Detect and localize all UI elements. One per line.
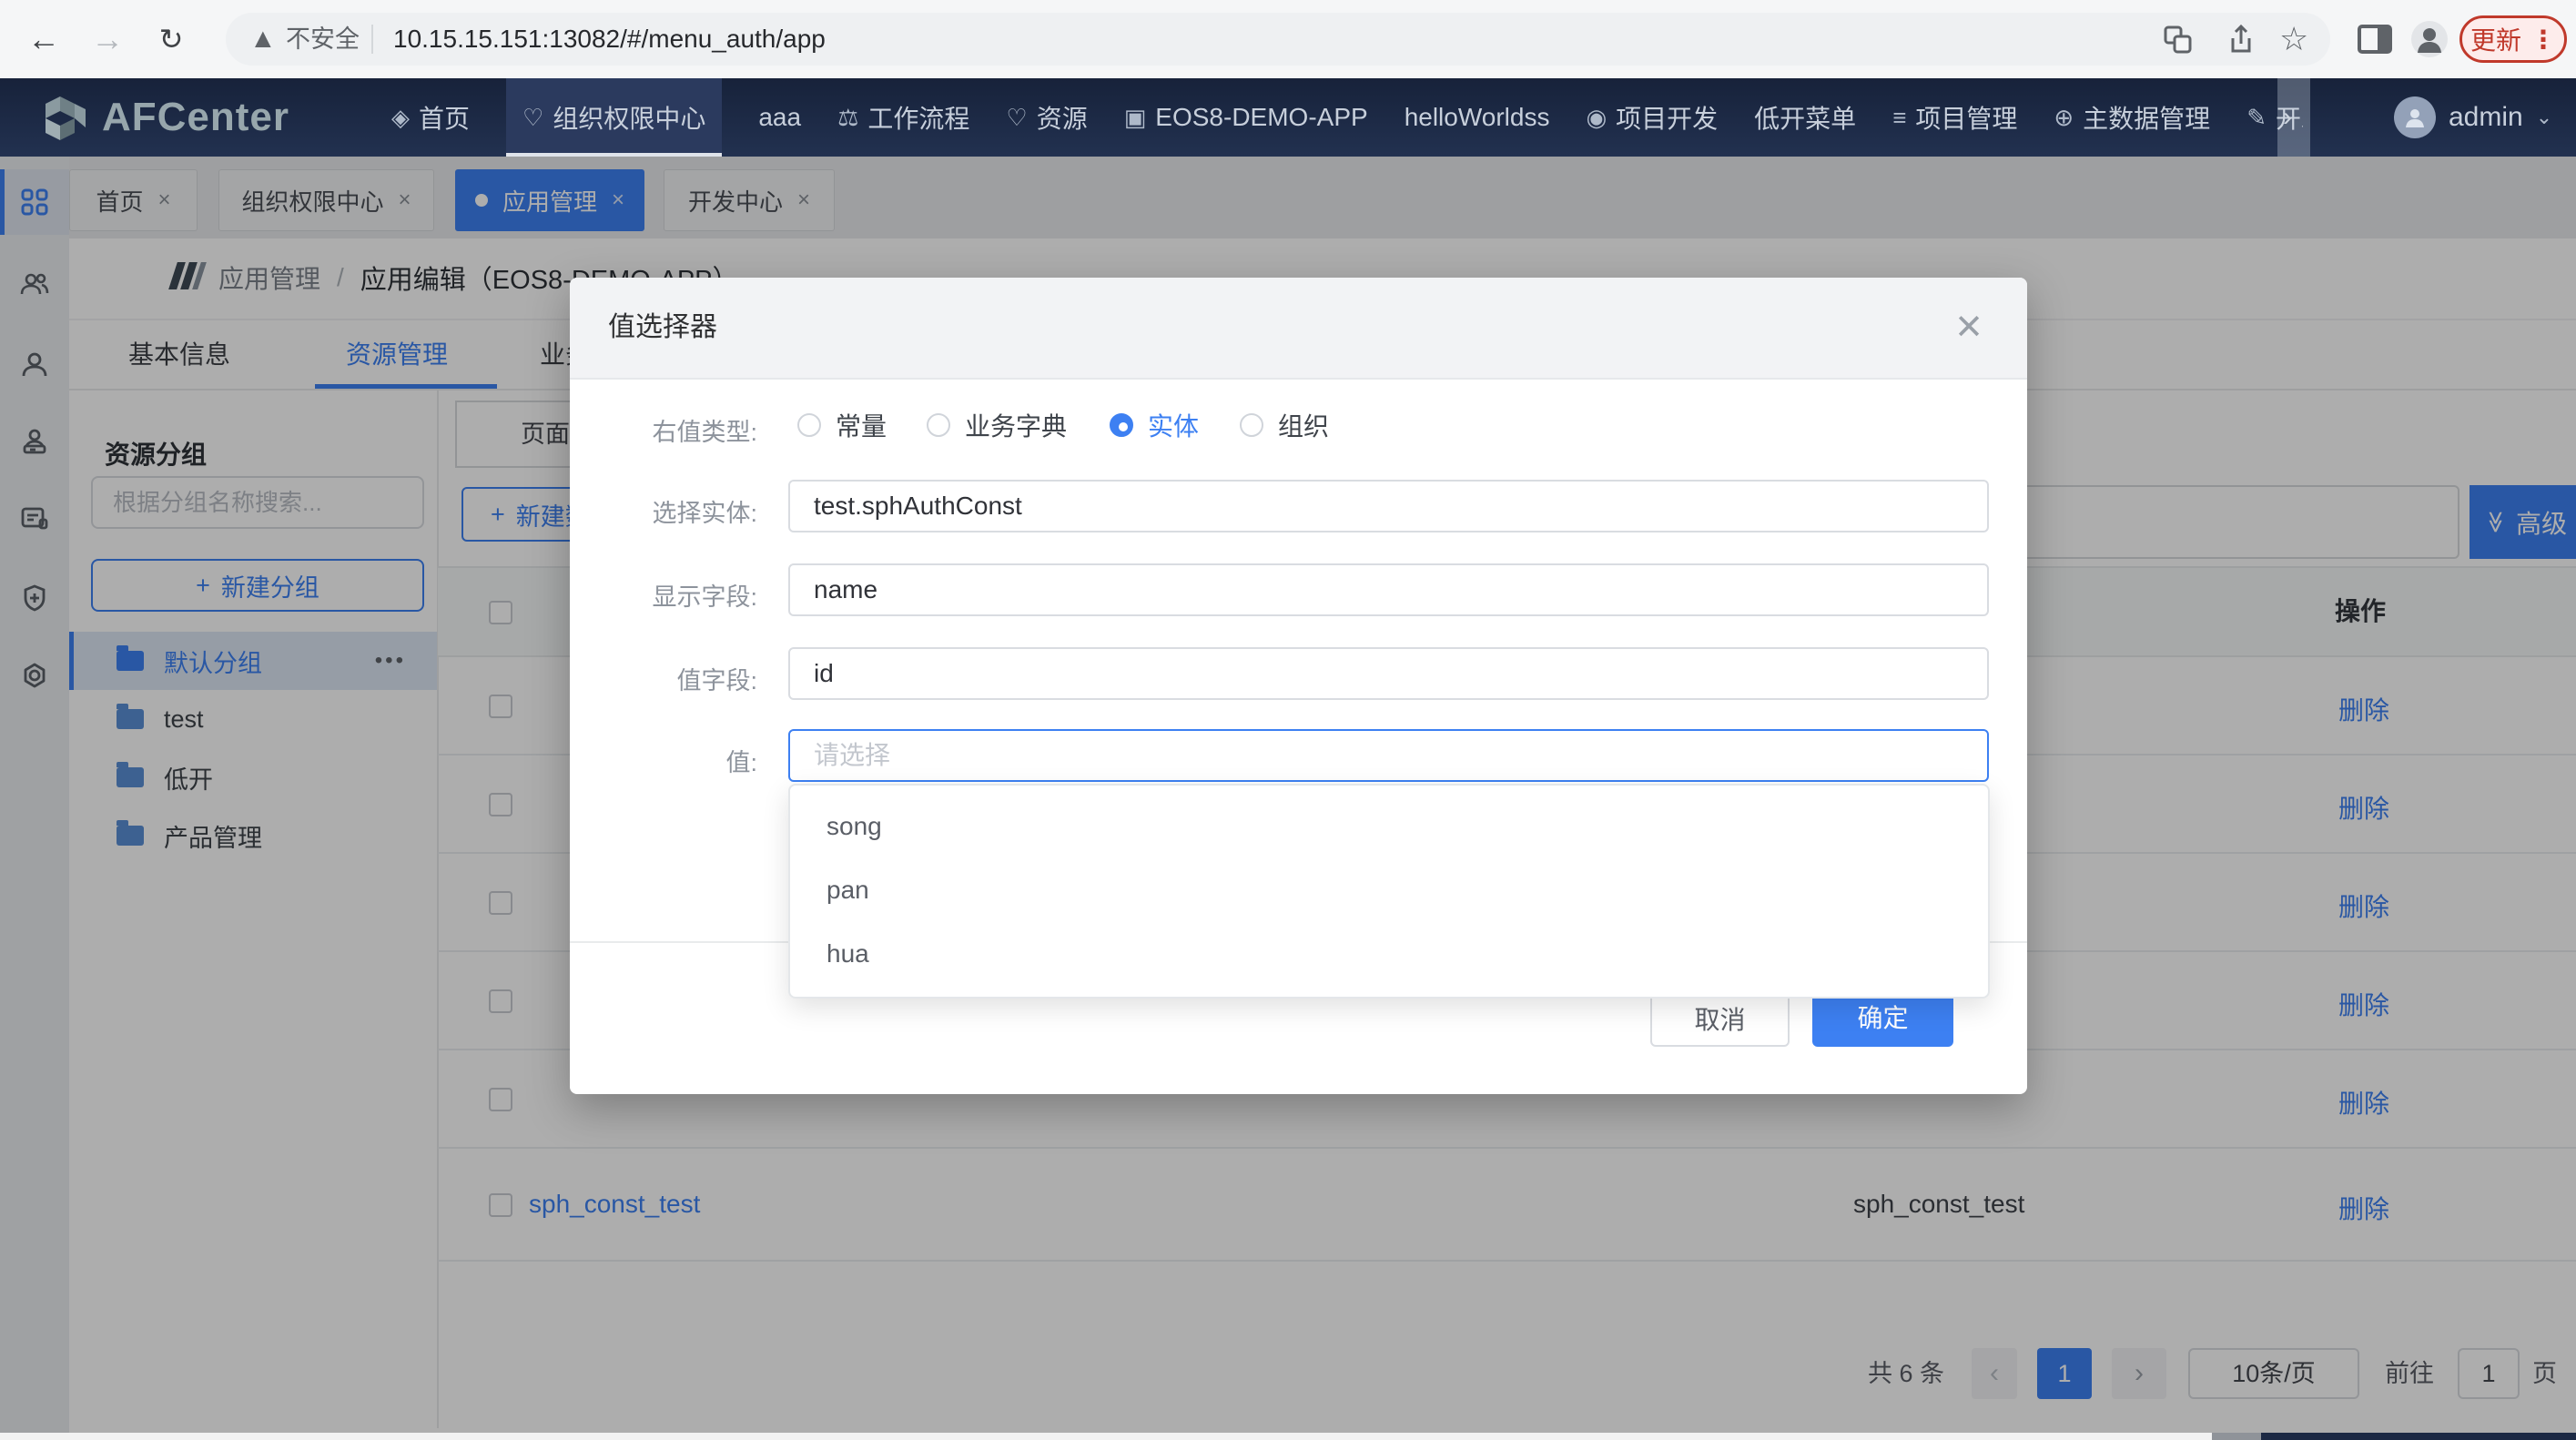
- nav-item[interactable]: ◉ 项目开发: [1586, 78, 1718, 157]
- nav-item[interactable]: helloWorldss: [1405, 78, 1550, 157]
- bottom-sliver: [0, 1433, 2212, 1440]
- browser-update-button[interactable]: 更新 ⋮: [2459, 15, 2567, 63]
- nav-item-label: aaa: [758, 103, 801, 132]
- target-icon: ◉: [1586, 104, 1607, 132]
- nav-overflow-chevron-icon[interactable]: ›: [2283, 78, 2292, 157]
- value-field-input[interactable]: [788, 647, 1989, 700]
- url-bar[interactable]: ▲ 不安全 10.15.15.151:13082/#/menu_auth/app…: [226, 13, 2330, 66]
- value-dropdown: songpanhua: [788, 784, 1990, 999]
- chevron-down-icon: ⌄: [2536, 106, 2552, 129]
- warning-icon: ▲: [249, 13, 277, 66]
- entity-input[interactable]: [788, 480, 1989, 532]
- bookmark-star-icon[interactable]: ☆: [2279, 13, 2308, 66]
- dropdown-option[interactable]: hua: [790, 922, 1988, 986]
- share-icon[interactable]: [2225, 24, 2257, 56]
- value-field-label: 值字段:: [606, 661, 757, 696]
- radio-row-label: 右值类型:: [606, 412, 757, 448]
- cancel-button[interactable]: 取消: [1650, 992, 1790, 1047]
- back-icon[interactable]: ←: [16, 0, 71, 78]
- navbar-menu: ◈ 首页 ♡ 组织权限中心 aaa ⚖ 工作流程 ♡ 资源 ▣ EOS8-DEMO-APP hello…: [391, 78, 2303, 157]
- browser-toolbar: ← → ↻ ▲ 不安全 10.15.15.151:13082/#/menu_au…: [0, 0, 2576, 78]
- radio-icon[interactable]: [797, 413, 821, 437]
- user-name: admin: [2449, 102, 2523, 133]
- edit-icon: ✎: [2246, 104, 2267, 132]
- radio-option[interactable]: 实体: [1110, 407, 1199, 443]
- nav-item[interactable]: ◈ 首页: [391, 78, 470, 157]
- app-navbar: AFCenter ◈ 首页 ♡ 组织权限中心 aaa ⚖ 工作流程 ♡ 资源 ▣ EOS8-DEMO…: [0, 78, 2576, 157]
- confirm-button[interactable]: 确定: [1812, 992, 1953, 1047]
- dropdown-option[interactable]: song: [790, 795, 1988, 858]
- nav-item-label: EOS8-DEMO-APP: [1155, 103, 1367, 132]
- layers-icon: ≡: [1892, 104, 1906, 132]
- radio-icon[interactable]: [1240, 413, 1263, 437]
- bottom-sliver-dark: [2261, 1433, 2576, 1440]
- profile-icon[interactable]: [2410, 20, 2449, 58]
- nav-item-label: 项目开发: [1616, 99, 1718, 136]
- radio-option[interactable]: 组织: [1240, 407, 1329, 443]
- url-text: 10.15.15.151:13082/#/menu_auth/app: [393, 13, 826, 66]
- nav-item[interactable]: ♡ 资源: [1006, 78, 1087, 157]
- forward-icon[interactable]: →: [80, 0, 135, 78]
- nav-item[interactable]: aaa: [758, 78, 801, 157]
- value-label: 值:: [606, 743, 757, 778]
- radio-option[interactable]: 业务字典: [927, 407, 1067, 443]
- nav-item-label: 低开菜单: [1754, 99, 1856, 136]
- user-avatar: [2394, 96, 2436, 138]
- nav-item[interactable]: 低开菜单: [1754, 78, 1856, 157]
- radio-label: 常量: [836, 407, 887, 443]
- nav-item-label: helloWorldss: [1405, 103, 1550, 132]
- workflow-icon: ⚖: [837, 104, 858, 132]
- right-value-type-radios: 常量 业务字典 实体 组织: [797, 407, 1981, 443]
- security-label: 不安全: [286, 13, 360, 66]
- dropdown-option[interactable]: pan: [790, 858, 1988, 922]
- reload-icon[interactable]: ↻: [144, 0, 198, 78]
- divider: [371, 25, 373, 54]
- heart-icon: ♡: [522, 104, 543, 132]
- dialog-header: 值选择器 ✕: [570, 278, 2027, 380]
- radio-option[interactable]: 常量: [797, 407, 887, 443]
- translate-icon[interactable]: [2163, 25, 2194, 56]
- screen: ← → ↻ ▲ 不安全 10.15.15.151:13082/#/menu_au…: [0, 0, 2576, 1440]
- brand-title[interactable]: AFCenter: [102, 78, 289, 157]
- sidebar-toggle-icon[interactable]: [2358, 25, 2392, 54]
- nav-item[interactable]: ▣ EOS8-DEMO-APP: [1124, 78, 1368, 157]
- radio-label: 实体: [1148, 407, 1199, 443]
- radio-icon[interactable]: [927, 413, 950, 437]
- nav-item[interactable]: ⚖ 工作流程: [837, 78, 969, 157]
- wrench-icon: ⊕: [2054, 104, 2074, 132]
- nav-item[interactable]: ≡ 项目管理: [1892, 78, 2017, 157]
- radio-icon[interactable]: [1110, 413, 1133, 437]
- radio-label: 业务字典: [965, 407, 1067, 443]
- browser-menu-icon[interactable]: ⋮: [2530, 25, 2556, 55]
- close-icon[interactable]: ✕: [1954, 278, 1983, 378]
- heart-icon: ♡: [1006, 104, 1027, 132]
- nav-item-label: 首页: [419, 99, 470, 136]
- user-menu[interactable]: admin ⌄: [2394, 78, 2552, 157]
- value-select-input[interactable]: [788, 729, 1989, 782]
- home-icon: ◈: [391, 104, 410, 132]
- app-icon: ▣: [1124, 104, 1147, 132]
- display-field-input[interactable]: [788, 563, 1989, 616]
- nav-item[interactable]: ♡ 组织权限中心: [506, 78, 722, 157]
- nav-item-label: 组织权限中心: [553, 99, 705, 136]
- nav-item-label: 资源: [1037, 99, 1088, 136]
- afcenter-logo-icon: [40, 91, 91, 144]
- update-label: 更新: [2470, 21, 2521, 57]
- radio-label: 组织: [1278, 407, 1329, 443]
- nav-item-label: 工作流程: [867, 99, 969, 136]
- nav-item[interactable]: ⊕ 主数据管理: [2054, 78, 2210, 157]
- nav-item-label: 主数据管理: [2083, 99, 2210, 136]
- entity-label: 选择实体:: [606, 493, 757, 529]
- bottom-sliver-thumb: [2212, 1433, 2261, 1440]
- nav-item-label: 项目管理: [1915, 99, 2017, 136]
- dialog-title: 值选择器: [608, 278, 717, 378]
- display-field-label: 显示字段:: [606, 577, 757, 613]
